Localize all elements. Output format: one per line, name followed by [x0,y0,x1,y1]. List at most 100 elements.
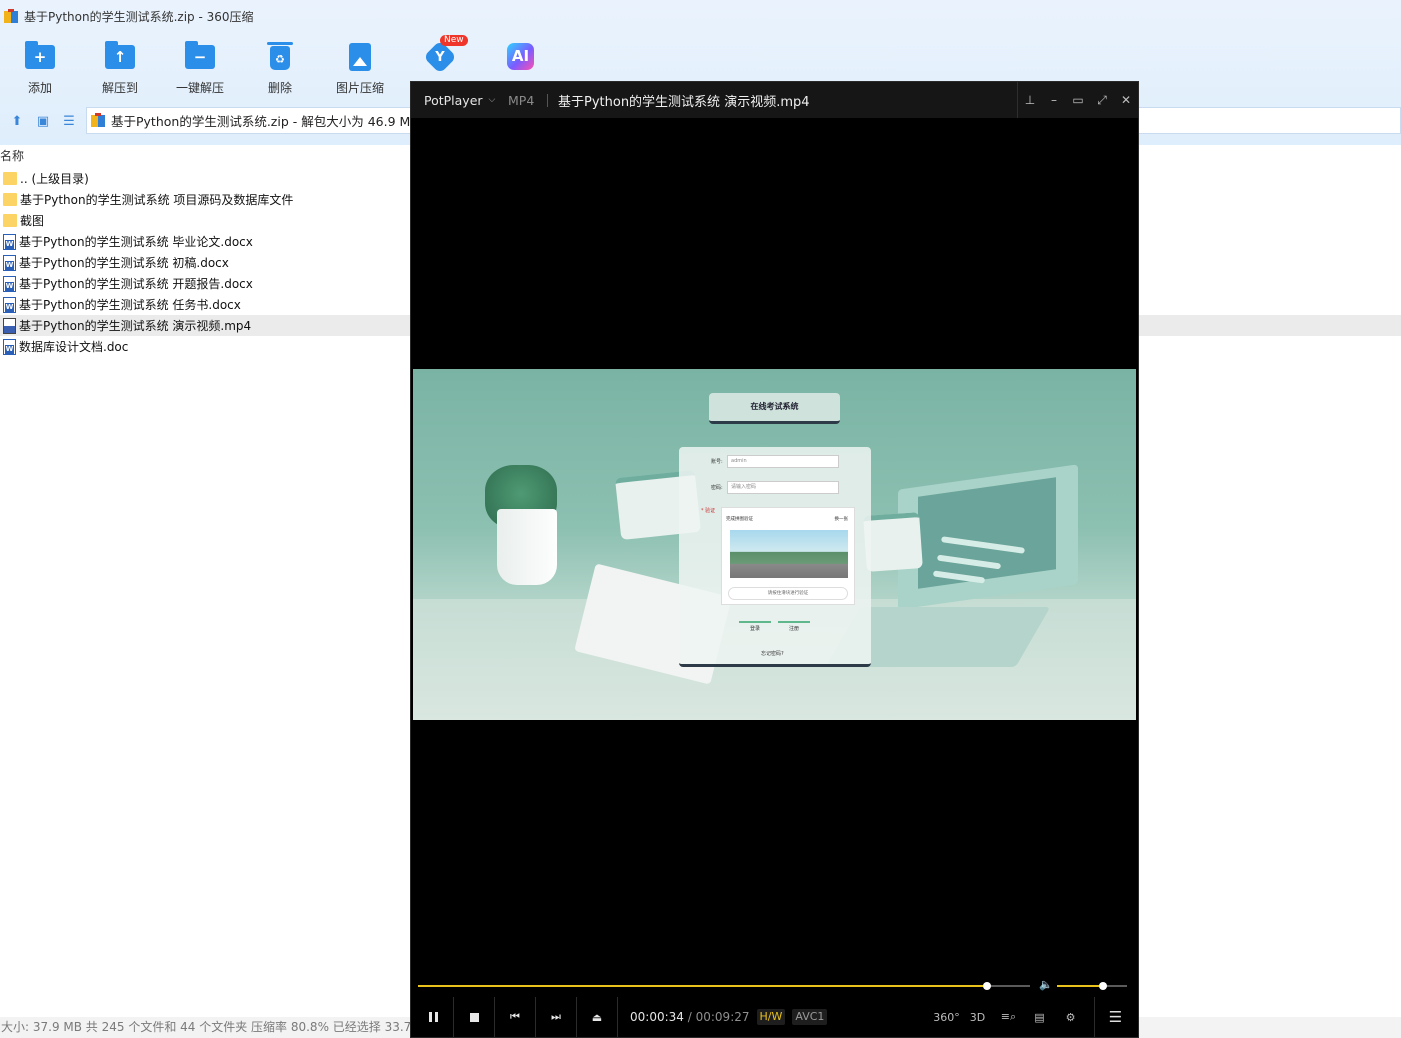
time-separator: / [687,1010,692,1024]
word-doc-icon [3,338,16,355]
eject-button[interactable]: ⏏ [577,997,618,1037]
list-view-icon[interactable]: ☰ [56,108,82,134]
video-login-card: 账号: admin 密码: 请输入密码 * 验证 完成拼图验证 换一张 请按住滑… [679,447,871,667]
volume-handle[interactable] [1099,982,1108,990]
video-register-button: 注册 [778,621,810,632]
add-button[interactable]: + 添加 [0,36,80,96]
next-button[interactable]: ⏭ [536,997,577,1037]
video-verify-label: * 验证 [701,508,716,514]
format-label: MP4 [504,93,548,107]
video-frame[interactable]: 在线考试系统 账号: admin 密码: 请输入密码 * 验证 完成拼图验证 换… [413,369,1136,720]
maximize-icon[interactable]: ▭ [1066,82,1090,118]
zip-title-bar: 基于Python的学生测试系统.zip - 360压缩 [4,7,254,25]
volume-icon[interactable]: 🔈 [1039,978,1053,992]
extract-to-icon: ↑ [103,40,137,70]
thumbnail-view-icon[interactable]: ▣ [30,108,56,134]
stop-button[interactable] [454,997,495,1037]
seek-bar[interactable] [418,982,1030,990]
file-name: .. (上级目录) [20,172,89,186]
zip-window-title: 基于Python的学生测试系统.zip - 360压缩 [24,9,254,24]
delete-label: 删除 [267,81,292,95]
delete-icon: ♻ [263,40,297,70]
video-captcha-image [730,530,848,578]
volume-level [1057,985,1104,987]
current-time: 00:00:34 [630,1010,684,1024]
image-compress-button[interactable]: 图片压缩 [320,36,400,96]
hw-decode-tag[interactable]: H/W [756,1009,786,1025]
close-icon[interactable]: ✕ [1114,82,1138,118]
seek-progress [418,985,987,987]
video-account-label: 账号: [711,459,723,465]
3d-icon: 3D [969,1010,986,1024]
video-password-input: 请输入密码 [727,481,839,494]
video-app-title: 在线考试系统 [709,393,840,424]
vr-360-button[interactable]: 360° [931,997,962,1037]
fullscreen-icon[interactable]: ⤢ [1090,82,1114,118]
video-flowerpot [497,509,557,585]
main-menu-button[interactable]: ☰ [1094,997,1136,1037]
add-label: 添加 [27,81,52,95]
extract-to-button[interactable]: ↑ 解压到 [80,36,160,96]
previous-button[interactable]: ⏮ [495,997,536,1037]
folder-icon [3,193,17,206]
eject-icon: ⏏ [591,1010,603,1024]
video-login-button: 登录 [739,621,771,632]
word-doc-icon [3,296,16,313]
file-name: 基于Python的学生测试系统 项目源码及数据库文件 [20,193,294,207]
delete-button[interactable]: ♻ 删除 [240,36,320,96]
folder-icon [3,172,17,185]
cloud-tool-icon: Y New [423,35,468,74]
playlist-search-button[interactable]: ≡⌕ [993,997,1024,1037]
file-name: 基于Python的学生测试系统 任务书.docx [19,298,241,312]
image-compress-icon [343,40,377,71]
gear-icon: ⚙ [1065,1010,1076,1024]
stop-icon [469,1012,479,1022]
potplayer-window: PotPlayer ⌵ MP4 基于Python的学生测试系统 演示视频.mp4… [410,81,1139,1038]
volume-slider[interactable] [1057,982,1127,990]
potplayer-menu-button[interactable]: PotPlayer ⌵ [411,82,504,118]
video-account-input: admin [727,455,839,468]
settings-button[interactable]: ⚙ [1055,997,1086,1037]
codec-tag: AVC1 [792,1009,828,1025]
word-doc-icon [3,275,16,292]
new-badge: New [440,35,468,46]
word-doc-icon [3,254,16,271]
vr-360-icon: 360° [933,1010,960,1024]
pause-icon [428,1012,438,1022]
seek-row: 🔈 [413,977,1136,995]
player-title-bar[interactable]: PotPlayer ⌵ MP4 基于Python的学生测试系统 演示视频.mp4… [411,82,1138,118]
pause-button[interactable] [413,997,454,1037]
video-folder-right [863,512,923,572]
total-duration: 00:09:27 [695,1010,750,1024]
list-search-icon: ≡⌕ [1000,1010,1017,1023]
pin-icon[interactable]: ⊥ [1018,82,1042,118]
video-forgot-link: 忘记密码? [761,651,784,657]
folder-icon [3,214,17,227]
zip-app-icon [4,8,19,24]
seek-handle[interactable] [982,982,991,990]
add-folder-icon: + [23,40,57,70]
video-captcha-box: 完成拼图验证 换一张 请按住滑块进行验证 [721,507,855,605]
path-text: 基于Python的学生测试系统.zip - 解包大小为 46.9 MB [111,114,419,129]
3d-button[interactable]: 3D [962,997,993,1037]
file-name: 基于Python的学生测试系统 毕业论文.docx [19,235,253,249]
skip-previous-icon: ⏮ [510,1010,520,1023]
chapter-button[interactable]: ▤ [1024,997,1055,1037]
one-click-extract-button[interactable]: − 一键解压 [160,36,240,96]
archive-icon [91,113,106,128]
minimize-icon[interactable]: – [1042,82,1066,118]
one-click-extract-label: 一键解压 [175,81,224,95]
up-level-icon[interactable]: ⬆ [4,108,30,134]
file-name: 数据库设计文档.doc [19,340,129,354]
time-display: 00:00:34 / 00:09:27 [630,1010,750,1024]
player-file-title: 基于Python的学生测试系统 演示视频.mp4 [558,94,810,110]
hamburger-icon: ☰ [1108,1008,1123,1026]
chevron-down-icon: ⌵ [488,95,496,105]
file-name: 基于Python的学生测试系统 初稿.docx [19,256,229,270]
video-password-label: 密码: [711,485,723,491]
word-doc-icon [3,233,16,250]
ai-icon: AI [503,40,537,74]
file-name: 基于Python的学生测试系统 演示视频.mp4 [19,319,252,333]
player-window-controls: ⊥ – ▭ ⤢ ✕ [1017,82,1138,118]
mp4-file-icon [3,317,16,334]
